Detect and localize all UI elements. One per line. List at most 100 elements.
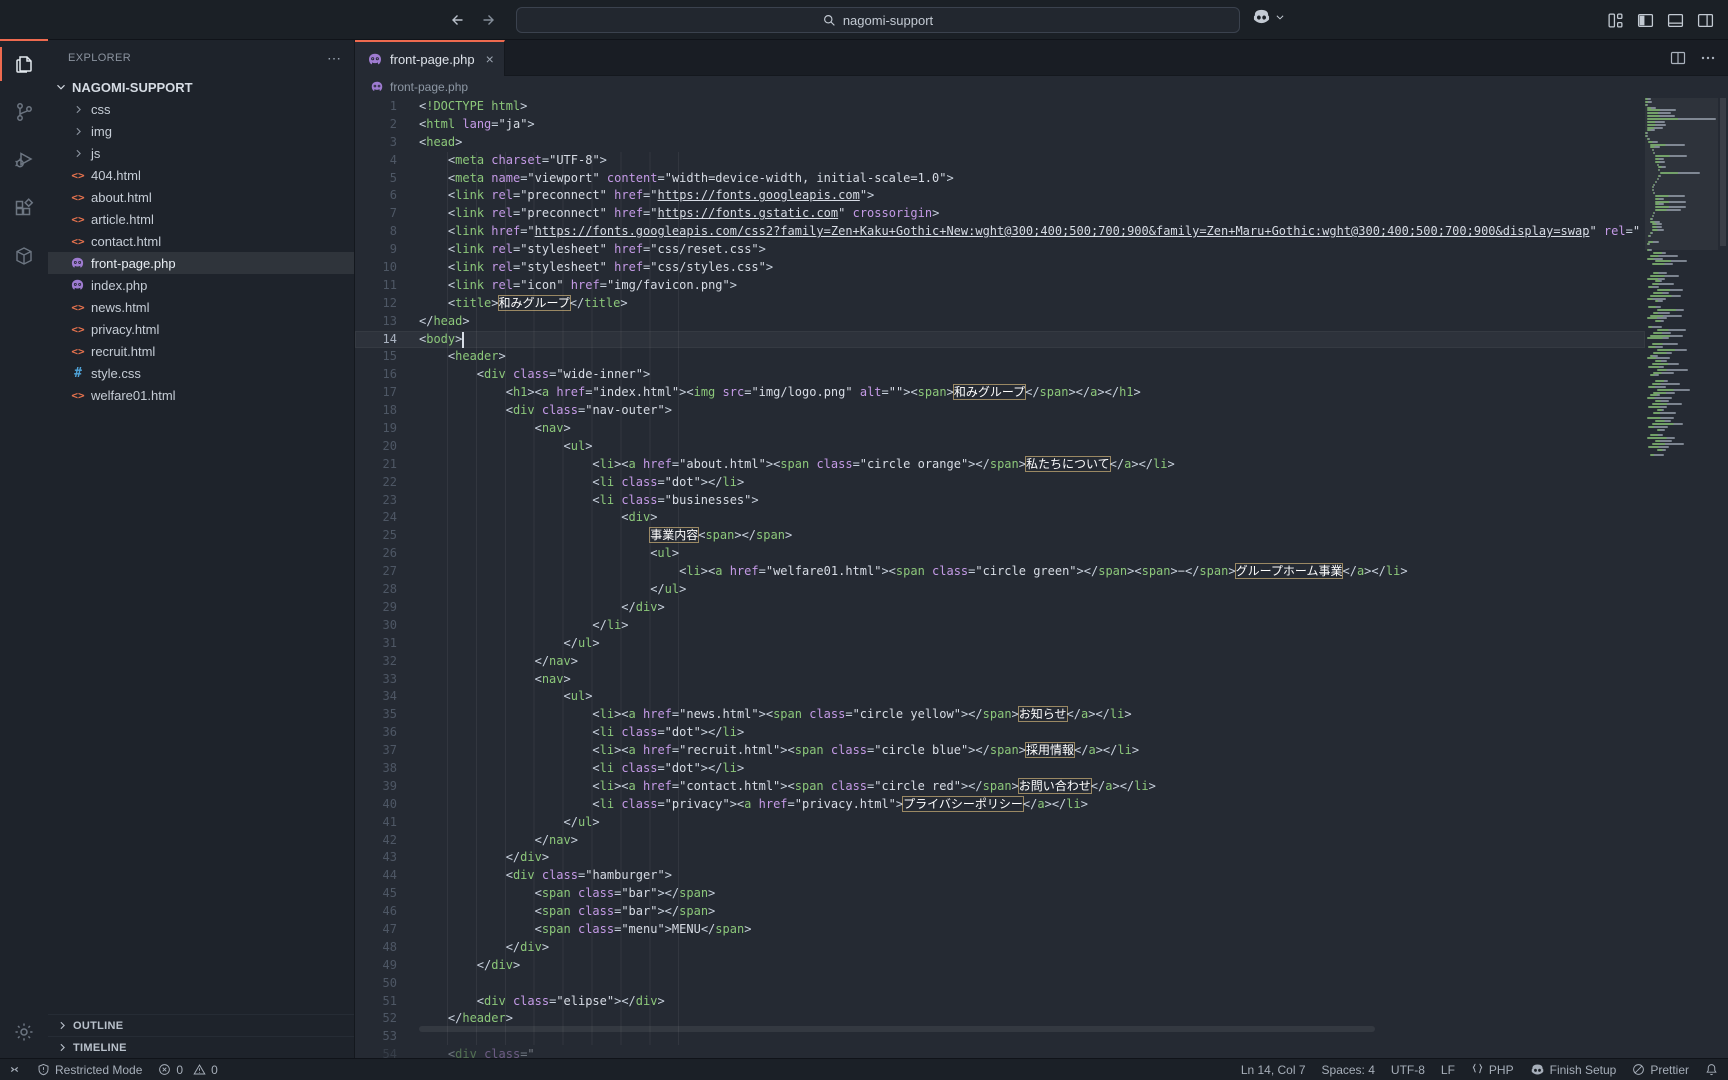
file-item-about.html[interactable]: <>about.html: [48, 186, 354, 208]
code-line-54[interactable]: 54 <div class=": [355, 1046, 1645, 1058]
toggle-primary-sidebar-icon[interactable]: [1637, 12, 1654, 29]
workspace-root-folder[interactable]: NAGOMI-SUPPORT: [48, 76, 354, 98]
code-line-41[interactable]: 41 </ul>: [355, 814, 1645, 832]
code-line-46[interactable]: 46 <span class="bar"></span>: [355, 903, 1645, 921]
code-line-40[interactable]: 40 <li class="privacy"><a href="privacy.…: [355, 796, 1645, 814]
code-line-17[interactable]: 17 <h1><a href="index.html"><img src="im…: [355, 384, 1645, 402]
toggle-secondary-sidebar-icon[interactable]: [1697, 12, 1714, 29]
code-line-1[interactable]: 1<!DOCTYPE html>: [355, 98, 1645, 116]
code-line-15[interactable]: 15 <header>: [355, 348, 1645, 366]
file-item-front-page.php[interactable]: front-page.php: [48, 252, 354, 274]
cursor-position[interactable]: Ln 14, Col 7: [1241, 1063, 1306, 1077]
code-line-45[interactable]: 45 <span class="bar"></span>: [355, 885, 1645, 903]
code-line-11[interactable]: 11 <link rel="icon" href="img/favicon.pn…: [355, 277, 1645, 295]
restricted-mode-badge[interactable]: Restricted Mode: [37, 1063, 142, 1077]
file-item-index.php[interactable]: index.php: [48, 274, 354, 296]
code-line-44[interactable]: 44 <div class="hamburger">: [355, 867, 1645, 885]
code-line-2[interactable]: 2<html lang="ja">: [355, 116, 1645, 134]
toggle-panel-icon[interactable]: [1667, 12, 1684, 29]
code-line-51[interactable]: 51 <div class="elipse"></div>: [355, 993, 1645, 1011]
folder-item-img[interactable]: img: [48, 120, 354, 142]
code-line-13[interactable]: 13</head>: [355, 313, 1645, 331]
code-line-25[interactable]: 25 事業内容<span></span>: [355, 527, 1645, 545]
code-line-12[interactable]: 12 <title>和みグループ</title>: [355, 295, 1645, 313]
file-item-recruit.html[interactable]: <>recruit.html: [48, 340, 354, 362]
remote-explorer-icon[interactable]: [0, 232, 48, 280]
copilot-menu[interactable]: [1252, 8, 1285, 25]
code-line-33[interactable]: 33 <nav>: [355, 671, 1645, 689]
code-line-6[interactable]: 6 <link rel="preconnect" href="https://f…: [355, 187, 1645, 205]
code-line-24[interactable]: 24 <div>: [355, 509, 1645, 527]
remote-indicator-icon[interactable]: [8, 1063, 21, 1076]
code-line-8[interactable]: 8 <link href="https://fonts.googleapis.c…: [355, 223, 1645, 241]
horizontal-scrollbar[interactable]: [419, 1024, 1644, 1034]
navigate-back-icon[interactable]: [444, 9, 468, 31]
language-mode[interactable]: PHP: [1471, 1063, 1514, 1077]
code-line-42[interactable]: 42 </nav>: [355, 832, 1645, 850]
code-line-3[interactable]: 3<head>: [355, 134, 1645, 152]
finish-setup-button[interactable]: Finish Setup: [1530, 1063, 1617, 1077]
settings-gear-icon[interactable]: [0, 1008, 48, 1056]
code-line-16[interactable]: 16 <div class="wide-inner">: [355, 366, 1645, 384]
code-line-35[interactable]: 35 <li><a href="news.html"><span class="…: [355, 706, 1645, 724]
editor-more-actions-icon[interactable]: [1700, 50, 1716, 66]
code-line-31[interactable]: 31 </ul>: [355, 635, 1645, 653]
problems-badge[interactable]: 0 0: [158, 1063, 217, 1077]
command-center-search[interactable]: nagomi-support: [516, 7, 1240, 33]
customize-layout-icon[interactable]: [1607, 12, 1624, 29]
code-line-49[interactable]: 49 </div>: [355, 957, 1645, 975]
file-item-contact.html[interactable]: <>contact.html: [48, 230, 354, 252]
code-line-4[interactable]: 4 <meta charset="UTF-8">: [355, 152, 1645, 170]
code-line-19[interactable]: 19 <nav>: [355, 420, 1645, 438]
code-line-38[interactable]: 38 <li class="dot"></li>: [355, 760, 1645, 778]
code-line-7[interactable]: 7 <link rel="preconnect" href="https://f…: [355, 205, 1645, 223]
folder-item-js[interactable]: js: [48, 142, 354, 164]
timeline-section[interactable]: TIMELINE: [48, 1036, 354, 1058]
split-editor-icon[interactable]: [1670, 50, 1686, 66]
extensions-icon[interactable]: [0, 184, 48, 232]
explorer-actions-icon[interactable]: ⋯: [327, 50, 342, 67]
code-line-14[interactable]: 14<body>: [355, 331, 1645, 349]
code-line-50[interactable]: 50: [355, 975, 1645, 993]
code-editor[interactable]: 1<!DOCTYPE html>2<html lang="ja">3<head>…: [355, 98, 1728, 1058]
code-line-9[interactable]: 9 <link rel="stylesheet" href="css/reset…: [355, 241, 1645, 259]
file-item-welfare01.html[interactable]: <>welfare01.html: [48, 384, 354, 406]
code-line-47[interactable]: 47 <span class="menu">MENU</span>: [355, 921, 1645, 939]
code-line-20[interactable]: 20 <ul>: [355, 438, 1645, 456]
code-line-39[interactable]: 39 <li><a href="contact.html"><span clas…: [355, 778, 1645, 796]
eol-setting[interactable]: LF: [1441, 1063, 1455, 1077]
file-item-article.html[interactable]: <>article.html: [48, 208, 354, 230]
explorer-icon[interactable]: [0, 40, 48, 88]
code-line-27[interactable]: 27 <li><a href="welfare01.html"><span cl…: [355, 563, 1645, 581]
source-control-icon[interactable]: [0, 88, 48, 136]
vertical-scrollbar[interactable]: [1718, 98, 1728, 1058]
code-line-22[interactable]: 22 <li class="dot"></li>: [355, 474, 1645, 492]
code-line-28[interactable]: 28 </ul>: [355, 581, 1645, 599]
close-tab-icon[interactable]: ×: [486, 51, 494, 67]
code-line-32[interactable]: 32 </nav>: [355, 653, 1645, 671]
file-item-privacy.html[interactable]: <>privacy.html: [48, 318, 354, 340]
prettier-status[interactable]: Prettier: [1632, 1063, 1689, 1077]
code-line-23[interactable]: 23 <li class="businesses">: [355, 492, 1645, 510]
code-line-26[interactable]: 26 <ul>: [355, 545, 1645, 563]
encoding-setting[interactable]: UTF-8: [1391, 1063, 1425, 1077]
indentation-setting[interactable]: Spaces: 4: [1322, 1063, 1375, 1077]
code-line-36[interactable]: 36 <li class="dot"></li>: [355, 724, 1645, 742]
code-line-29[interactable]: 29 </div>: [355, 599, 1645, 617]
file-item-news.html[interactable]: <>news.html: [48, 296, 354, 318]
file-item-404.html[interactable]: <>404.html: [48, 164, 354, 186]
minimap[interactable]: [1645, 98, 1718, 1058]
code-line-48[interactable]: 48 </div>: [355, 939, 1645, 957]
navigate-forward-icon[interactable]: [478, 9, 502, 31]
code-line-43[interactable]: 43 </div>: [355, 849, 1645, 867]
code-line-18[interactable]: 18 <div class="nav-outer">: [355, 402, 1645, 420]
code-line-5[interactable]: 5 <meta name="viewport" content="width=d…: [355, 170, 1645, 188]
outline-section[interactable]: OUTLINE: [48, 1014, 354, 1036]
code-line-34[interactable]: 34 <ul>: [355, 688, 1645, 706]
code-line-10[interactable]: 10 <link rel="stylesheet" href="css/styl…: [355, 259, 1645, 277]
folder-item-css[interactable]: css: [48, 98, 354, 120]
code-line-30[interactable]: 30 </li>: [355, 617, 1645, 635]
run-debug-icon[interactable]: [0, 136, 48, 184]
code-line-21[interactable]: 21 <li><a href="about.html"><span class=…: [355, 456, 1645, 474]
code-line-37[interactable]: 37 <li><a href="recruit.html"><span clas…: [355, 742, 1645, 760]
